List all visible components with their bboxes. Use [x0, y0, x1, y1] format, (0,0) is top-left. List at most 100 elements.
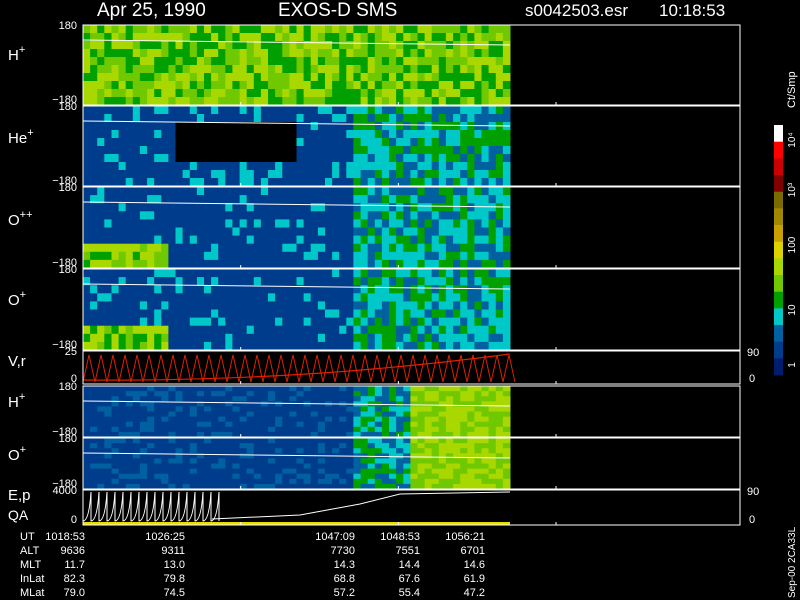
- spectrogram-cell: [488, 81, 497, 90]
- spectrogram-cell: [296, 227, 305, 237]
- spectrogram-cell: [310, 443, 319, 449]
- spectrogram-cell: [353, 473, 361, 480]
- spectrogram-cell: [161, 57, 169, 66]
- spectrogram-cell: [218, 41, 226, 50]
- spectrogram-cell: [317, 325, 326, 335]
- spectrogram-cell: [246, 106, 255, 115]
- spectrogram-cell: [175, 468, 184, 475]
- spectrogram-cell: [374, 73, 383, 82]
- spectrogram-cell: [154, 443, 162, 449]
- spectrogram-cell: [204, 138, 212, 147]
- spectrogram-cell: [111, 130, 120, 139]
- spectrogram-cell: [474, 203, 482, 212]
- spectrogram-cell: [495, 443, 504, 449]
- spectrogram-cell: [275, 269, 283, 278]
- spectrogram-cell: [253, 396, 262, 402]
- spectrogram-cell: [204, 122, 212, 131]
- spectrogram-cell: [90, 178, 98, 187]
- spectrogram-cell: [296, 468, 305, 475]
- spectrogram-cell: [154, 309, 162, 319]
- spectrogram-panel-4: [82, 269, 511, 351]
- spectrogram-cell: [275, 81, 283, 90]
- spectrogram-cell: [97, 309, 105, 319]
- spectrogram-cell: [218, 426, 226, 433]
- spectrogram-cell: [417, 235, 426, 245]
- spectrogram-cell: [403, 325, 411, 335]
- spectrogram-cell: [253, 443, 262, 449]
- spectrogram-cell: [118, 154, 127, 163]
- spectrogram-cell: [289, 73, 297, 82]
- spectrogram-cell: [125, 341, 134, 351]
- panel-label-1: H+: [8, 44, 25, 64]
- spectrogram-cell: [168, 269, 176, 278]
- spectrogram-cell: [268, 468, 276, 475]
- spectrogram-cell: [467, 138, 475, 147]
- spectrogram-cell: [282, 195, 290, 204]
- spectrogram-cell: [204, 25, 212, 34]
- spectrogram-cell: [453, 203, 461, 212]
- spectrogram-cell: [467, 49, 475, 58]
- spectrogram-cell: [111, 259, 120, 269]
- spectrogram-cell: [218, 309, 226, 319]
- spectrogram-cell: [346, 259, 354, 269]
- spectrogram-cell: [495, 251, 504, 261]
- spectrogram-cell: [161, 386, 169, 392]
- spectrogram-cell: [253, 57, 262, 66]
- spectrogram-cell: [83, 259, 91, 269]
- spectrogram-cell: [253, 411, 262, 418]
- spectrogram-cell: [111, 411, 120, 418]
- spectrogram-cell: [410, 81, 418, 90]
- spectrogram-cell: [246, 277, 255, 286]
- spectrogram-cell: [367, 227, 376, 237]
- spectrogram-cell: [438, 421, 447, 428]
- spectrogram-cell: [310, 170, 319, 179]
- spectrogram-cell: [346, 285, 354, 294]
- spectrogram-cell: [303, 251, 312, 261]
- spectrogram-cell: [275, 227, 283, 237]
- spectrogram-cell: [445, 235, 454, 245]
- spectrogram-cell: [310, 391, 319, 397]
- spectrogram-cell: [289, 458, 297, 464]
- spectrogram-cell: [289, 438, 297, 444]
- spectrogram-cell: [253, 468, 262, 475]
- spectrogram-cell: [467, 438, 475, 444]
- spectrogram-cell: [275, 89, 283, 98]
- colorbar-swatch: [774, 125, 783, 143]
- spectrogram-cell: [289, 33, 297, 42]
- spectrogram-cell: [467, 227, 475, 237]
- spectrogram-cell: [367, 49, 376, 58]
- spectrogram-cell: [445, 41, 454, 50]
- spectrogram-cell: [125, 65, 134, 74]
- spectrogram-cell: [260, 57, 269, 66]
- spectrogram-cell: [289, 269, 297, 278]
- spectrogram-cell: [225, 170, 233, 179]
- spectrogram-cell: [310, 138, 319, 147]
- spectrogram-cell: [303, 396, 312, 402]
- spectrogram-cell: [268, 426, 276, 433]
- spectrogram-cell: [139, 325, 148, 335]
- spectrogram-cell: [139, 391, 148, 397]
- colorbar-swatch: [774, 258, 783, 276]
- spectrogram-cell: [161, 138, 169, 147]
- spectrogram-cell: [445, 49, 454, 58]
- spectrogram-cell: [132, 468, 141, 475]
- spectrogram-cell: [325, 25, 333, 34]
- spectrogram-cell: [268, 243, 276, 253]
- spectrogram-cell: [332, 325, 340, 335]
- spectrogram-cell: [282, 65, 290, 74]
- spectrogram-cell: [389, 317, 397, 327]
- spectrogram-cell: [374, 386, 383, 392]
- spectrogram-cell: [90, 187, 98, 196]
- spectrogram-cell: [232, 448, 240, 454]
- spectrogram-cell: [239, 33, 248, 42]
- spectrogram-cell: [403, 243, 411, 253]
- spectrogram-cell: [268, 293, 276, 302]
- spectrogram-cell: [424, 401, 433, 407]
- spectrogram-cell: [481, 130, 490, 139]
- spectrogram-cell: [168, 235, 176, 245]
- spectrogram-cell: [381, 195, 390, 204]
- spectrogram-cell: [431, 411, 440, 418]
- spectrogram-cell: [232, 178, 240, 187]
- spectrogram-cell: [161, 203, 169, 212]
- spectrogram-cell: [260, 146, 269, 155]
